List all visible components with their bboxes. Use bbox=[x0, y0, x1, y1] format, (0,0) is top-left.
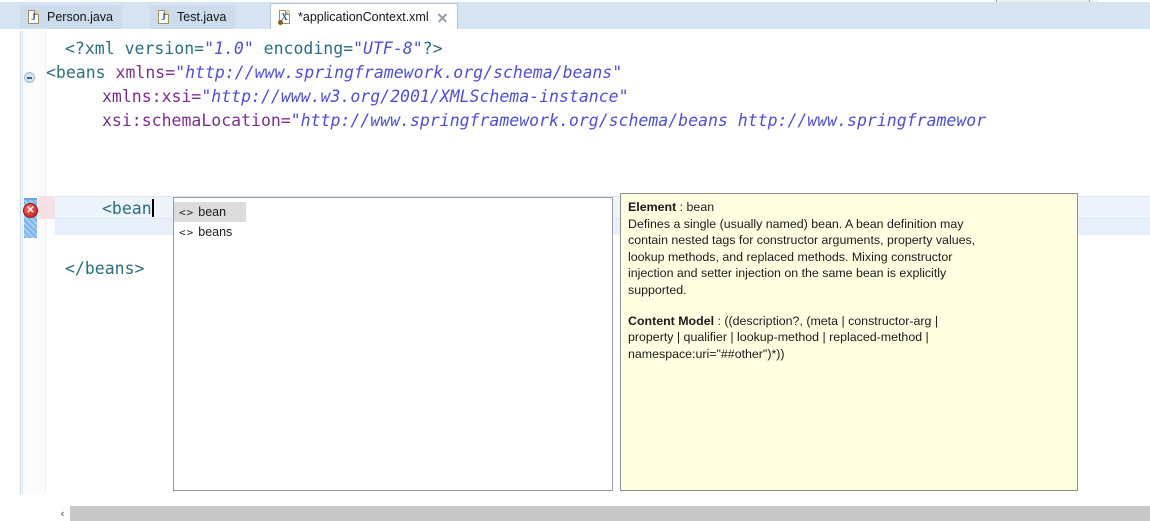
autocomplete-proposal-popup[interactable]: <> bean <> beans bbox=[173, 197, 613, 491]
doc-description-line: Defines a single (usually named) bean. A… bbox=[628, 216, 964, 231]
error-marker-icon[interactable]: ✕ bbox=[23, 203, 39, 219]
code-line-active: <bean bbox=[102, 199, 154, 218]
code-line-1: <?xml version="1.0" encoding="UTF-8"?> bbox=[65, 39, 443, 58]
documentation-tooltip: Element : bean Defines a single (usually… bbox=[620, 193, 1078, 491]
close-icon[interactable] bbox=[437, 12, 448, 23]
xml-element-icon: <> bbox=[179, 205, 195, 219]
tab-test-java[interactable]: J Test.java bbox=[150, 5, 236, 30]
text-caret bbox=[151, 199, 154, 217]
doc-element-separator: : bbox=[676, 200, 687, 214]
editor-bottom-separator bbox=[23, 493, 1150, 494]
doc-content-model-heading: Content Model : ((description?, (meta | … bbox=[628, 313, 1069, 330]
code-line-closing: </beans> bbox=[65, 259, 145, 278]
doc-content-model-separator: : bbox=[714, 313, 725, 328]
dirty-indicator-dot bbox=[278, 20, 283, 25]
editor-bottom-left-filler bbox=[23, 494, 55, 506]
tab-label: Person.java bbox=[47, 10, 114, 25]
doc-element-heading: Element : bean bbox=[628, 199, 1069, 216]
collapse-fold-icon[interactable] bbox=[24, 72, 35, 83]
folding-ruler[interactable] bbox=[8, 31, 35, 494]
code-line-2: <beans xmlns="http://www.springframework… bbox=[46, 63, 623, 82]
doc-spacer bbox=[628, 299, 1069, 313]
editor-tab-bar: J Person.java J Test.java X *application… bbox=[0, 2, 1150, 31]
horizontal-scrollbar[interactable] bbox=[55, 506, 1150, 521]
doc-description-line: supported. bbox=[628, 282, 687, 297]
java-file-icon: J bbox=[28, 10, 41, 25]
doc-content-model-label: Content Model bbox=[628, 313, 715, 328]
doc-element-name: bean bbox=[686, 200, 715, 214]
java-file-icon: J bbox=[158, 10, 171, 25]
doc-content-model-first-line: ((description?, (meta | constructor-arg … bbox=[724, 313, 939, 328]
doc-description-line: lookup methods, and replaced methods. Mi… bbox=[628, 249, 953, 264]
tab-person-java[interactable]: J Person.java bbox=[20, 5, 123, 30]
tab-applicationcontext-xml[interactable]: X *applicationContext.xml bbox=[270, 3, 458, 31]
doc-content-model-line: property | qualifier | lookup-method | r… bbox=[628, 330, 929, 345]
code-line-4: xsi:schemaLocation="http://www.springfra… bbox=[102, 111, 987, 130]
autocomplete-item-bean[interactable]: <> bean bbox=[174, 202, 246, 222]
tab-label: *applicationContext.xml bbox=[298, 10, 429, 25]
autocomplete-item-beans[interactable]: <> beans bbox=[174, 222, 612, 242]
doc-element-label: Element bbox=[628, 200, 677, 214]
doc-description-line: contain nested tags for constructor argu… bbox=[628, 233, 976, 248]
xml-file-icon: X bbox=[278, 10, 292, 25]
tab-label: Test.java bbox=[177, 10, 227, 25]
autocomplete-item-label: bean bbox=[198, 205, 227, 219]
doc-description-line: injection and setter injection on the sa… bbox=[628, 266, 947, 281]
autocomplete-item-label: beans bbox=[198, 225, 233, 239]
scroll-left-arrow-icon[interactable]: ‹ bbox=[55, 506, 70, 521]
code-line-3: xmlns:xsi="http://www.w3.org/2001/XMLSch… bbox=[102, 87, 629, 106]
xml-element-icon: <> bbox=[179, 225, 195, 239]
doc-content-model-line: namespace:uri="##other")*)) bbox=[628, 346, 785, 361]
